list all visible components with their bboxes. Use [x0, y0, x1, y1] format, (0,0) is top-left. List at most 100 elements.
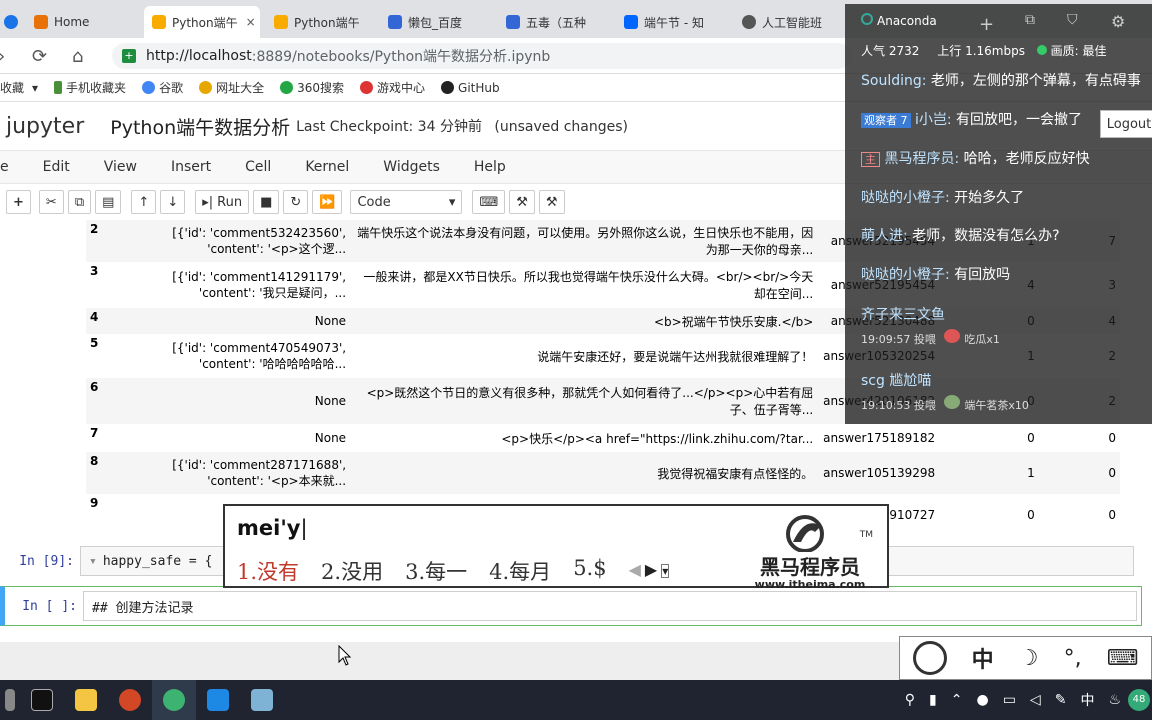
restart-button[interactable]: ↻: [283, 190, 309, 214]
paste-button[interactable]: ▤: [95, 190, 122, 214]
run-button[interactable]: ▸| Run: [195, 190, 250, 214]
ime-candidate[interactable]: 4.每月: [489, 556, 551, 586]
tool2-button[interactable]: ⚒: [538, 190, 565, 214]
prev-page-icon[interactable]: ◀: [629, 560, 641, 586]
anaconda-tab[interactable]: Anaconda: [861, 13, 937, 28]
system-tray: ⚲ ▮ ⌃ ● ▭ ◁ ✎ 中 ♨ 48: [898, 680, 1152, 720]
halfwidth-icon[interactable]: ☽: [1019, 646, 1039, 671]
bookmark-mobile[interactable]: 手机收藏夹: [54, 79, 126, 96]
tab-notebook-active[interactable]: Python端午 ×: [144, 6, 260, 38]
logout-button[interactable]: Logout: [1100, 110, 1152, 138]
tray-app-icon[interactable]: ♨: [1108, 692, 1121, 708]
ime-candidate[interactable]: 1.没有: [237, 556, 299, 586]
expand-icon[interactable]: ▾: [661, 564, 670, 578]
people-icon[interactable]: ⚲: [905, 692, 915, 708]
battery-icon[interactable]: ▮: [929, 692, 937, 708]
taskbar-browser-icon[interactable]: [152, 680, 196, 720]
network-icon[interactable]: ▭: [1003, 692, 1016, 708]
menu-edit[interactable]: Edit: [43, 159, 70, 175]
cell-type-select[interactable]: Code ▾: [350, 190, 463, 214]
comments-cell: None: [314, 431, 347, 445]
chinese-mode-button[interactable]: 中: [972, 642, 994, 674]
bookmark-favorites[interactable]: 收藏 ▾: [0, 79, 38, 96]
next-page-icon[interactable]: ▶: [645, 560, 657, 586]
home-icon[interactable]: ⌂: [72, 46, 83, 67]
menu-kernel[interactable]: Kernel: [305, 159, 349, 175]
task-view-icon[interactable]: [0, 680, 20, 720]
ime-candidate[interactable]: 3.每一: [405, 556, 467, 586]
taskbar-vscode-icon[interactable]: [196, 680, 240, 720]
punctuation-icon[interactable]: °,: [1064, 646, 1082, 671]
notification-count-badge[interactable]: 48: [1128, 689, 1150, 711]
bookmark-games[interactable]: 游戏中心: [360, 79, 425, 96]
move-down-button[interactable]: ↓: [160, 190, 186, 214]
host-badge: 主: [861, 152, 880, 167]
chat-message: Soulding: 老师，左侧的那个弹幕，有点碍事: [861, 73, 1141, 89]
tab-wudu[interactable]: 五毒（五种: [498, 6, 598, 38]
menu-widgets[interactable]: Widgets: [383, 159, 440, 175]
ime-composition: mei'y|: [237, 516, 308, 540]
keyboard-icon[interactable]: ⌨: [1107, 646, 1139, 671]
row-index: 9: [90, 496, 99, 510]
tab-zhihu[interactable]: 端午节 - 知: [616, 6, 726, 38]
taskbar-terminal-icon[interactable]: [20, 680, 64, 720]
tab-favicon-icon: [388, 15, 402, 29]
new-tab-icon[interactable]: +: [979, 14, 994, 35]
tab-baidu[interactable]: 懒包_百度: [380, 6, 480, 38]
forward-icon[interactable]: ›: [0, 46, 5, 67]
content-cell: 端午快乐这个说法本身没有问题，可以使用。另外照你这么说，生日快乐也不能用，因为那…: [357, 226, 814, 257]
ime-indicator[interactable]: 中: [1080, 690, 1094, 710]
row-index: 7: [90, 426, 99, 440]
comments-cell: [{'id': 'comment141291179', 'content': '…: [172, 269, 347, 300]
bookmark-360[interactable]: 360搜索: [280, 79, 344, 96]
tab-close-icon[interactable]: ×: [246, 15, 256, 29]
ime-logo-icon[interactable]: [912, 641, 947, 675]
secure-icon: +: [122, 49, 136, 63]
menu-insert[interactable]: Insert: [171, 159, 211, 175]
gear-icon[interactable]: ⚙: [1111, 12, 1125, 31]
stop-button[interactable]: ■: [253, 190, 280, 214]
count-b-cell: 0: [1108, 431, 1116, 445]
answer-id-cell: answer175189182: [823, 431, 936, 445]
run-all-button[interactable]: ⏩: [312, 190, 343, 214]
ime-candidate[interactable]: 2.没用: [321, 556, 383, 586]
comments-cell: [{'id': 'comment532423560', 'content': '…: [172, 225, 347, 256]
bookmark-google[interactable]: 谷歌: [142, 79, 183, 96]
tab-favicon-icon: [506, 15, 520, 29]
pen-icon[interactable]: ✎: [1055, 692, 1067, 708]
menu-file[interactable]: e: [0, 159, 9, 175]
code-cell-10-selected[interactable]: In [ ]: ## 创建方法记录: [0, 586, 1142, 626]
menu-view[interactable]: View: [104, 159, 137, 175]
url-path: :8889/notebooks/Python端午数据分析.ipynb: [251, 49, 551, 65]
bookmark-github[interactable]: GitHub: [441, 81, 500, 95]
tab-ai[interactable]: 人工智能班: [734, 6, 844, 38]
chevron-up-icon[interactable]: ⌃: [951, 692, 963, 708]
keyboard-button[interactable]: ⌨: [472, 190, 506, 214]
reload-icon[interactable]: ⟳: [32, 46, 47, 67]
add-cell-button[interactable]: +: [6, 190, 31, 214]
tab-notebook[interactable]: Python端午: [266, 6, 366, 38]
window-icon[interactable]: ⧉: [1025, 12, 1035, 28]
taskbar-explorer-icon[interactable]: [64, 680, 108, 720]
hao-icon: [199, 81, 213, 94]
menu-help[interactable]: Help: [474, 159, 506, 175]
collapse-icon: ▾: [89, 553, 97, 569]
jupyter-logo[interactable]: jupyter: [6, 114, 84, 139]
ime-candidate[interactable]: 5.$: [573, 556, 606, 586]
notification-icon[interactable]: ●: [976, 692, 988, 708]
cut-button[interactable]: ✂: [38, 190, 64, 214]
copy-button[interactable]: ⧉: [67, 190, 92, 214]
taskbar-powerpoint-icon[interactable]: [108, 680, 152, 720]
bookmark-hao[interactable]: 网址大全: [199, 79, 264, 96]
tool-button[interactable]: ⚒: [509, 190, 535, 214]
volume-icon[interactable]: ◁: [1030, 692, 1041, 708]
code-editor[interactable]: ## 创建方法记录: [83, 591, 1137, 621]
shirt-icon[interactable]: ⛉: [1067, 12, 1078, 28]
tab-home[interactable]: Home: [26, 6, 138, 38]
tab-label: 人工智能班: [762, 15, 823, 30]
menu-cell[interactable]: Cell: [245, 159, 271, 175]
move-up-button[interactable]: ↑: [131, 190, 157, 214]
url-input[interactable]: + http://localhost:8889/notebooks/Python…: [112, 43, 852, 69]
taskbar-app-icon[interactable]: [240, 680, 284, 720]
notebook-title[interactable]: Python端午数据分析: [110, 113, 290, 140]
